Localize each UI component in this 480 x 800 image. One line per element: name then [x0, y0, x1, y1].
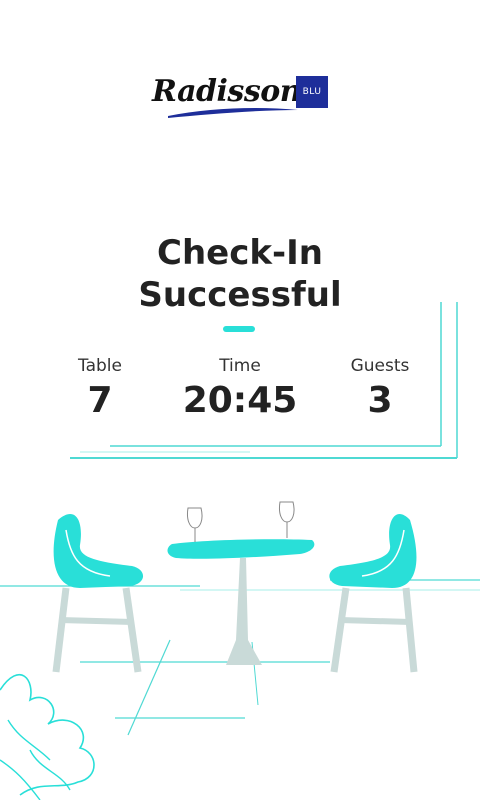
page-title: Check-In Successful: [0, 232, 480, 316]
stat-value: 20:45: [182, 380, 298, 421]
brand-wordmark: Radisson: [152, 74, 302, 109]
title-line-2: Successful: [138, 275, 342, 315]
blu-badge: BLU: [296, 76, 328, 108]
stat-value: 3: [367, 380, 393, 421]
stat-label: Time: [219, 356, 261, 376]
radisson-blu-logo: Radisson BLU: [150, 70, 330, 130]
stat-value: 7: [87, 380, 113, 421]
stat-time: Time 20:45: [180, 356, 300, 421]
title-line-1: Check-In: [157, 233, 323, 273]
stat-guests: Guests 3: [320, 356, 440, 421]
stat-table: Table 7: [40, 356, 160, 421]
swoosh-icon: [168, 108, 298, 118]
stat-label: Guests: [350, 356, 410, 376]
title-underline: [223, 326, 255, 332]
stat-label: Table: [78, 356, 122, 376]
